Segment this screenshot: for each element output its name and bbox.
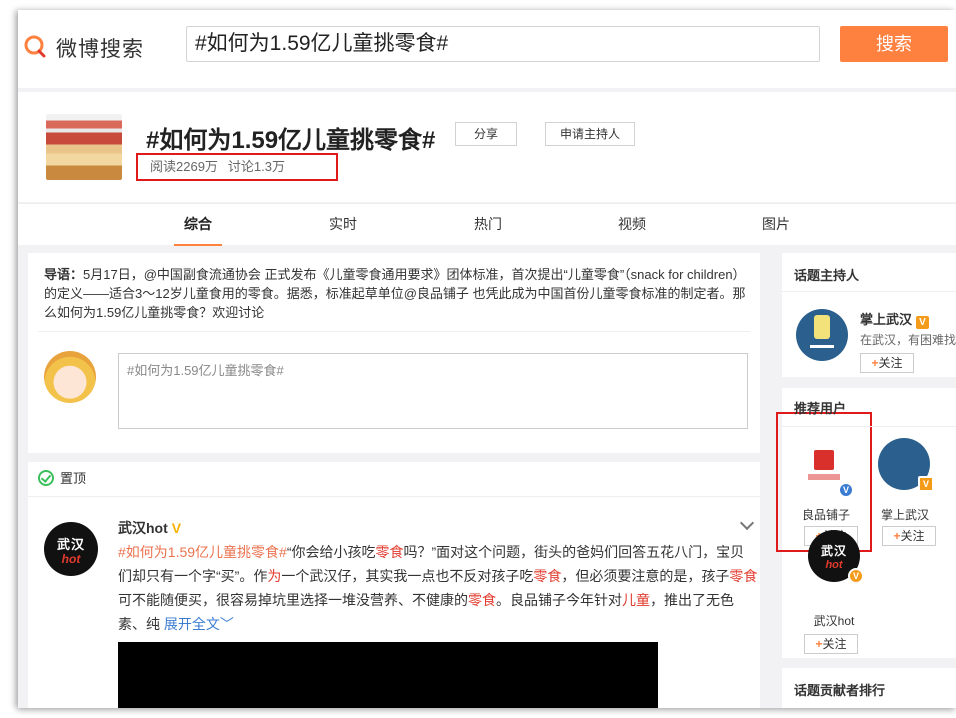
host-avatar[interactable] — [796, 309, 848, 361]
divider — [782, 426, 956, 427]
verified-icon: V — [848, 568, 864, 584]
topic-intro: 导语：5月17日，@中国副食流通协会 正式发布《儿童零食通用要求》团体标准，首次… — [44, 265, 756, 322]
pin-text: 置顶 — [60, 471, 87, 486]
card-title: 话题主持人 — [794, 268, 860, 283]
topic-title: #如何为1.59亿儿童挑零食# — [146, 127, 436, 154]
card-title: 话题贡献者排行 — [794, 683, 886, 698]
discussion-count: 讨论1.3万 — [227, 159, 285, 174]
user-name[interactable]: 良品铺子 — [791, 506, 861, 523]
tab-video[interactable]: 视频 — [602, 204, 662, 246]
topic-host-card: 话题主持人 掌上武汉 V 在武汉，有困难找 +关注 — [782, 253, 956, 377]
avatar-text-line2: hot — [61, 552, 81, 566]
follow-label: 关注 — [822, 637, 847, 651]
hashtag-link[interactable]: #如何为1.59亿儿童挑零食# — [118, 544, 287, 560]
chevron-down-icon[interactable] — [739, 515, 755, 531]
plus-icon: + — [871, 356, 879, 370]
contributors-card: 话题贡献者排行 — [782, 668, 956, 708]
read-count: 阅读2269万 — [150, 159, 218, 174]
tab-image[interactable]: 图片 — [746, 204, 806, 246]
expand-link[interactable]: 展开全文﹀ — [164, 616, 234, 632]
author-name[interactable]: 武汉hot V — [118, 518, 181, 538]
post-text-segment: 零食 — [533, 568, 562, 584]
post-text-segment: 一个武汉仔，其实我一点也不反对孩子吃 — [281, 568, 534, 584]
avatar-text-line1: 武汉 — [820, 544, 847, 558]
tab-realtime[interactable]: 实时 — [313, 204, 373, 246]
pinned-label: 置顶 — [38, 470, 86, 488]
post-text-segment: 零食 — [729, 568, 758, 584]
intro-label: 导语： — [44, 267, 84, 282]
host-name[interactable]: 掌上武汉 V — [860, 309, 930, 329]
tab-hot[interactable]: 热门 — [458, 204, 518, 246]
video-player[interactable] — [118, 642, 658, 708]
author-avatar[interactable]: 武汉 hot — [44, 522, 98, 576]
intro-text: 5月17日，@中国副食流通协会 正式发布《儿童零食通用要求》团体标准，首次提出“… — [44, 267, 746, 320]
search-input[interactable]: #如何为1.59亿儿童挑零食# — [186, 26, 820, 62]
topic-cover-image — [46, 114, 122, 180]
tab-comprehensive[interactable]: 综合 — [168, 204, 228, 246]
search-button[interactable]: 搜索 — [840, 26, 948, 62]
verified-icon: V — [916, 316, 930, 329]
compose-textarea[interactable]: #如何为1.59亿儿童挑零食# — [118, 353, 748, 429]
verified-icon: V — [171, 520, 182, 536]
tab-bar: 综合 实时 热门 视频 图片 — [18, 203, 956, 246]
weibo-search-page: 微博搜索 #如何为1.59亿儿童挑零食# 搜索 #如何为1.59亿儿童挑零食# … — [18, 10, 956, 708]
pin-icon — [38, 470, 54, 486]
plus-icon: + — [815, 637, 823, 651]
post-text-segment: ，但必须要注意的是，孩子 — [561, 568, 730, 584]
avatar-text-line1: 武汉 — [56, 537, 85, 552]
intro-panel: 导语：5月17日，@中国副食流通协会 正式发布《儿童零食通用要求》团体标准，首次… — [28, 253, 760, 453]
follow-label: 关注 — [900, 529, 925, 543]
host-description: 在武汉，有困难找 — [860, 333, 956, 347]
topic-header: #如何为1.59亿儿童挑零食# 分享 申请主持人 阅读2269万 讨论1.3万 — [18, 92, 956, 202]
post-text-segment: “你会给小孩吃 — [286, 544, 376, 560]
share-button[interactable]: 分享 — [455, 122, 517, 146]
post-text-segment: 为 — [267, 568, 282, 584]
post-text-segment: 零食 — [375, 544, 404, 560]
follow-button[interactable]: +关注 — [804, 634, 858, 654]
divider — [782, 291, 956, 292]
verified-icon: V — [838, 482, 854, 498]
post-text-segment: 儿童 — [622, 592, 650, 608]
verified-icon: V — [918, 476, 934, 492]
post-content: #如何为1.59亿儿童挑零食#“你会给小孩吃零食吗？”面对这个问题，街头的爸妈们… — [118, 540, 758, 636]
post-text-segment: 可不能随便买，很容易掉坑里选择一堆没营养、不健康的 — [118, 592, 468, 608]
user-name[interactable]: 武汉hot — [799, 612, 869, 629]
divider — [38, 331, 750, 332]
follow-button[interactable]: +关注 — [882, 526, 936, 546]
card-title: 推荐用户 — [794, 401, 847, 416]
recommended-users-card: 推荐用户 V 良品铺子 +关注 V 掌上武汉 +关注 武汉hot V 武汉hot… — [776, 388, 956, 658]
post-text-segment: 。良品铺子今年针对 — [496, 592, 622, 608]
weibo-search-logo-icon — [24, 35, 46, 58]
follow-button[interactable]: +关注 — [860, 353, 914, 373]
host-name-text: 掌上武汉 — [860, 312, 913, 327]
logo-text: 微博搜索 — [56, 38, 144, 61]
divider — [28, 496, 760, 497]
apply-host-button[interactable]: 申请主持人 — [545, 122, 635, 146]
follow-label: 关注 — [878, 356, 903, 370]
post-text-segment: 零食 — [468, 592, 496, 608]
plus-icon: + — [893, 529, 901, 543]
user-avatar — [44, 351, 96, 403]
user-name[interactable]: 掌上武汉 — [870, 506, 940, 523]
topic-stats: 阅读2269万 讨论1.3万 — [136, 153, 338, 181]
author-name-text: 武汉hot — [118, 520, 168, 536]
feed: 置顶 武汉 hot 武汉hot V #如何为1.59亿儿童挑零食#“你会给小孩吃零食… — [28, 462, 760, 708]
header: 微博搜索 #如何为1.59亿儿童挑零食# 搜索 — [18, 10, 956, 88]
